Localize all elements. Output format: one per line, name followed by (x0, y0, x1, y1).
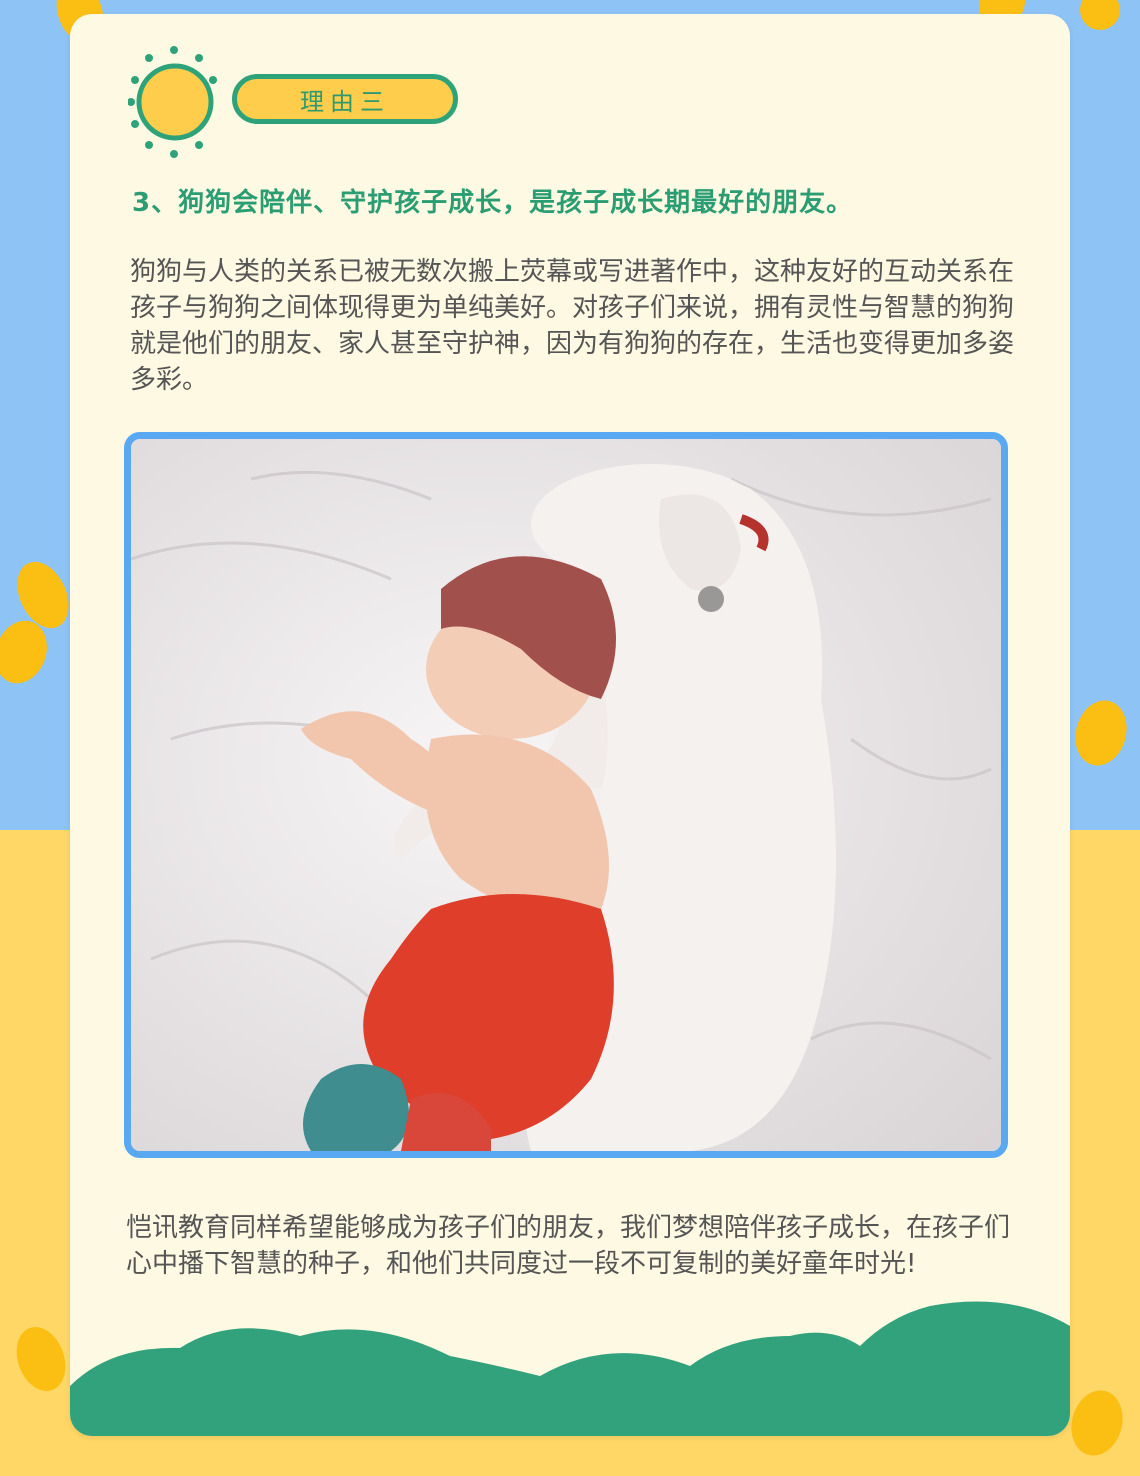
closing-paragraph: 恺讯教育同样希望能够成为孩子们的朋友，我们梦想陪伴孩子成长，在孩子们心中播下智慧… (126, 1213, 1011, 1279)
section-heading: 3、狗狗会陪伴、守护孩子成长，是孩子成长期最好的朋友。 (132, 188, 854, 218)
intro-paragraph: 狗狗与人类的关系已被无数次搬上荧幕或写进著作中，这种友好的互动关系在孩子与狗狗之… (130, 257, 1015, 395)
petal-decoration (1068, 694, 1134, 772)
petal-decoration (1080, 0, 1120, 30)
section-badge: 理由三 (232, 74, 458, 124)
section-badge-label: 理由三 (300, 87, 390, 116)
sun-icon (128, 46, 217, 158)
baby-and-dog-photo (124, 432, 1008, 1158)
green-hills-decoration (70, 1301, 1070, 1436)
content-card: 理由三 3、狗狗会陪伴、守护孩子成长，是孩子成长期最好的朋友。 狗狗与人类的关系… (70, 14, 1070, 1436)
